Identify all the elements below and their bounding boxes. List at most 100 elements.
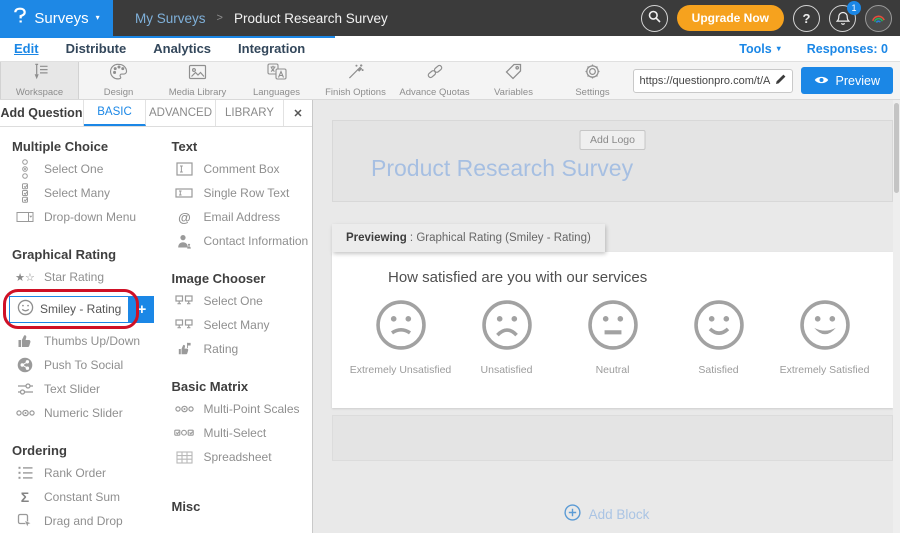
qtype-select-one[interactable]: Select One [0, 157, 159, 181]
notifications-button[interactable]: 1 [829, 5, 856, 32]
smiley-big-smile-icon [798, 298, 852, 352]
comment-box-icon [174, 162, 194, 176]
thumbs-up-icon [15, 333, 35, 349]
topbar-actions: Upgrade Now ? 1 [641, 5, 900, 32]
qtype-select-many[interactable]: Select Many [0, 181, 159, 205]
qtype-thumbs-up-down[interactable]: Thumbs Up/Down [0, 329, 159, 353]
tab-advanced[interactable]: ADVANCED [146, 100, 216, 126]
workspace-button[interactable]: Workspace [0, 62, 79, 99]
smiley-rating-highlight: Smiley - Rating + [6, 289, 159, 329]
vertical-scrollbar[interactable] [893, 100, 900, 533]
tab-edit[interactable]: Edit [14, 41, 39, 56]
breadcrumb-my-surveys[interactable]: My Surveys [135, 11, 206, 26]
close-panel-button[interactable]: ✕ [284, 100, 312, 126]
qtype-image-select-one[interactable]: Select One [159, 289, 312, 313]
finish-options-button[interactable]: Finish Options [316, 62, 395, 99]
rank-order-icon [15, 466, 35, 480]
qtype-numeric-slider[interactable]: Numeric Slider [0, 401, 159, 425]
smiley-option-neutral[interactable]: Neutral [564, 298, 662, 376]
smiley-smile-icon [692, 298, 746, 352]
qtype-multi-select[interactable]: Multi-Select [159, 421, 312, 445]
qtype-text-slider[interactable]: Text Slider [0, 377, 159, 401]
section-multiple-choice: Multiple Choice [0, 127, 159, 157]
menu-tabs: Edit Distribute Analytics Integration [14, 41, 305, 56]
dual-image-icon [174, 295, 194, 307]
media-library-icon [188, 64, 207, 85]
single-row-text-icon [174, 188, 194, 198]
breadcrumb-current-survey: Product Research Survey [234, 11, 388, 26]
upgrade-now-button[interactable]: Upgrade Now [677, 5, 784, 31]
qtype-spreadsheet[interactable]: Spreadsheet [159, 445, 312, 469]
smiley-option-satisfied[interactable]: Satisfied [670, 298, 768, 376]
qtype-single-row-text[interactable]: Single Row Text [159, 181, 312, 205]
dual-image-icon [174, 319, 194, 331]
magic-wand-icon [347, 63, 365, 85]
languages-button[interactable]: Languages [237, 62, 316, 99]
qtype-multi-point-scales[interactable]: Multi-Point Scales [159, 397, 312, 421]
smiley-icon [17, 299, 34, 319]
qtype-image-select-many[interactable]: Select Many [159, 313, 312, 337]
edit-pencil-icon[interactable] [775, 72, 786, 90]
product-switcher[interactable]: Surveys ▾ [0, 0, 113, 36]
avatar[interactable] [865, 5, 892, 32]
plus-circle-icon [564, 504, 581, 524]
active-accent-line [0, 36, 335, 38]
section-ordering: Ordering [0, 425, 159, 461]
add-question-title: Add Question [0, 100, 84, 126]
question-preview-block: Previewing : Graphical Rating (Smiley - … [332, 224, 893, 408]
star-rating-icon: ★☆ [15, 271, 35, 284]
question-types-column-1: Multiple Choice Select One Select Many D… [0, 127, 159, 533]
questionpro-logo-icon [13, 7, 27, 29]
languages-icon [267, 63, 287, 85]
breadcrumb: My Surveys > Product Research Survey [135, 11, 388, 26]
help-button[interactable]: ? [793, 5, 820, 32]
responses-count[interactable]: Responses: 0 [807, 42, 888, 56]
add-smiley-rating-button[interactable]: + [129, 296, 154, 323]
person-icon [174, 234, 194, 249]
survey-title[interactable]: Product Research Survey [371, 155, 633, 182]
product-name: Surveys [34, 10, 88, 27]
tab-basic[interactable]: BASIC [84, 100, 146, 126]
smiley-option-unsatisfied[interactable]: Unsatisfied [458, 298, 556, 376]
spreadsheet-grid-icon [174, 451, 194, 464]
qtype-contact-information[interactable]: Contact Information [159, 229, 312, 253]
smiley-option-extremely-satisfied[interactable]: Extremely Satisfied [776, 298, 874, 376]
tab-library[interactable]: LIBRARY [216, 100, 284, 126]
search-icon [648, 10, 661, 26]
variables-button[interactable]: Variables [474, 62, 553, 99]
design-button[interactable]: Design [79, 62, 158, 99]
qtype-dropdown-menu[interactable]: Drop-down Menu [0, 205, 159, 229]
design-palette-icon [110, 63, 128, 85]
survey-url-value: https://questionpro.com/t/A [640, 75, 771, 87]
tab-analytics[interactable]: Analytics [153, 41, 211, 56]
qtype-comment-box[interactable]: Comment Box [159, 157, 312, 181]
qtype-rank-order[interactable]: Rank Order [0, 461, 159, 485]
preview-button[interactable]: Preview [801, 67, 893, 94]
survey-url-field[interactable]: https://questionpro.com/t/A [633, 69, 793, 93]
qtype-push-to-social[interactable]: Push To Social [0, 353, 159, 377]
scrollbar-thumb[interactable] [894, 103, 899, 193]
qtype-smiley-rating[interactable]: Smiley - Rating [9, 296, 129, 323]
settings-button[interactable]: Settings [553, 62, 632, 99]
smiley-neutral-icon [586, 298, 640, 352]
add-logo-button[interactable]: Add Logo [579, 130, 646, 150]
tools-menu[interactable]: Tools▾ [739, 42, 780, 56]
qtype-star-rating[interactable]: ★☆ Star Rating [0, 265, 159, 289]
add-block-button[interactable]: Add Block [313, 504, 900, 524]
qtype-constant-sum[interactable]: Σ Constant Sum [0, 485, 159, 509]
media-library-button[interactable]: Media Library [158, 62, 237, 99]
dropdown-icon [15, 211, 35, 223]
search-button[interactable] [641, 5, 668, 32]
qtype-email-address[interactable]: @ Email Address [159, 205, 312, 229]
tab-integration[interactable]: Integration [238, 41, 305, 56]
menu-bar: Edit Distribute Analytics Integration To… [0, 36, 900, 62]
qtype-drag-and-drop[interactable]: Drag and Drop [0, 509, 159, 533]
tab-distribute[interactable]: Distribute [66, 41, 127, 56]
at-sign-icon: @ [174, 210, 194, 225]
eye-icon [814, 74, 829, 88]
advance-quotas-button[interactable]: Advance Quotas [395, 62, 474, 99]
qtype-image-rating[interactable]: Rating [159, 337, 312, 361]
question-types-column-2: Text Comment Box Single Row Text @ Email… [159, 127, 312, 533]
section-text: Text [159, 127, 312, 157]
smiley-option-extremely-unsatisfied[interactable]: Extremely Unsatisfied [352, 298, 450, 376]
